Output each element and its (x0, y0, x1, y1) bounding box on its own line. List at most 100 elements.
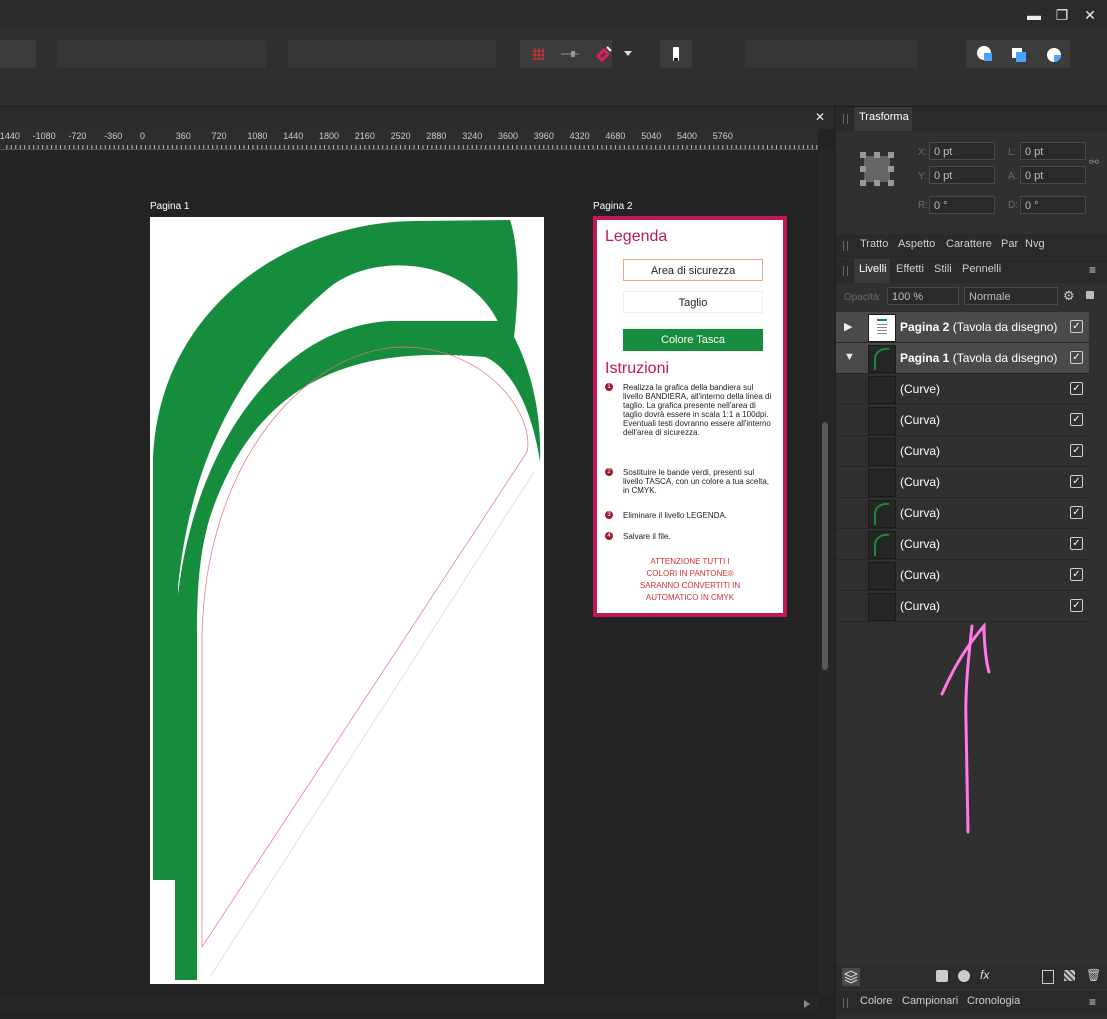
instruction-step-1: 1 Realizza la grafica della bandiera sul… (605, 383, 775, 437)
page1-title[interactable]: Pagina 1 (150, 201, 189, 212)
visibility-checkbox[interactable]: ✓ (1070, 506, 1083, 519)
pencil-tool-button[interactable] (660, 40, 692, 68)
inner-green-band (175, 321, 541, 980)
layer-row-curva[interactable]: (Curva) ✓ (836, 498, 1089, 529)
magnet-icon[interactable] (590, 40, 618, 68)
tab-stili[interactable]: Stili (934, 263, 952, 275)
visibility-checkbox[interactable]: ✓ (1070, 444, 1083, 457)
tab-transform[interactable]: Trasforma (854, 107, 912, 131)
layers-stack-icon[interactable] (842, 968, 860, 986)
step-bullet: 1 (605, 383, 613, 391)
pocket-color-box: Colore Tasca (623, 329, 763, 351)
panel-menu-icon[interactable]: ≡ (1089, 263, 1096, 277)
alignment-group[interactable] (57, 40, 266, 68)
artboard-page1[interactable] (150, 217, 544, 984)
design-canvas[interactable]: Pagina 1 Pagina 2 Legenda Area di sicure… (0, 150, 818, 997)
cut-box: Taglio (623, 291, 763, 313)
page2-title[interactable]: Pagina 2 (593, 201, 632, 212)
trash-icon[interactable]: 🗑 (1086, 968, 1101, 982)
artboard-page2[interactable]: Legenda Area di sicurezza Taglio Colore … (593, 216, 787, 617)
mask-icon[interactable] (936, 970, 948, 982)
tab-nvg[interactable]: Nvg (1025, 238, 1045, 250)
height-field[interactable]: 0 pt (1020, 166, 1086, 184)
x-field[interactable]: 0 pt (929, 142, 995, 160)
fx-icon[interactable]: fx (980, 968, 989, 982)
tab-aspetto[interactable]: Aspetto (898, 238, 935, 250)
layer-row-curva[interactable]: (Curva) ✓ (836, 560, 1089, 591)
y-field[interactable]: 0 pt (929, 166, 995, 184)
snap-line-icon[interactable] (556, 40, 584, 68)
ruler-label: -1080 (32, 131, 56, 141)
layer-row-curva[interactable]: (Curva) ✓ (836, 591, 1089, 622)
layer-thumbnail (868, 531, 896, 559)
vertical-scroll-thumb[interactable] (822, 422, 828, 670)
drag-handle-icon[interactable] (843, 114, 848, 124)
vertical-scrollbar[interactable] (818, 150, 834, 997)
layer-row-curve[interactable]: (Curve) ✓ (836, 374, 1089, 405)
close-document-button[interactable]: ✕ (815, 110, 825, 124)
visibility-checkbox[interactable]: ✓ (1070, 537, 1083, 550)
blend-mode-select[interactable]: Normale (964, 287, 1058, 305)
minimize-button[interactable]: ▬ (1025, 6, 1043, 24)
drag-handle-icon[interactable] (843, 998, 848, 1008)
new-layer-icon[interactable] (1042, 970, 1054, 984)
instruction-step-2: 2 Sostituire le bande verdi, presenti su… (605, 468, 775, 495)
restore-button[interactable]: ❐ (1053, 6, 1071, 24)
tab-campionari[interactable]: Campionari (902, 995, 958, 1007)
adjustment-icon[interactable] (958, 970, 970, 982)
chevron-down-icon[interactable] (620, 40, 636, 68)
width-field[interactable]: 0 pt (1020, 142, 1086, 160)
layer-row-curva[interactable]: (Curva) ✓ (836, 405, 1089, 436)
grid-icon[interactable] (524, 40, 552, 68)
tab-livelli[interactable]: Livelli (854, 259, 890, 283)
layer-thumbnail (868, 407, 896, 435)
visibility-checkbox[interactable]: ✓ (1070, 382, 1083, 395)
tab-pennelli[interactable]: Pennelli (962, 263, 1001, 275)
visibility-checkbox[interactable]: ✓ (1070, 413, 1083, 426)
tab-par[interactable]: Par (1001, 238, 1018, 250)
layer-name: (Curva) (900, 413, 941, 427)
tab-effetti[interactable]: Effetti (896, 263, 924, 275)
tab-cronologia[interactable]: Cronologia (967, 995, 1020, 1007)
layer-row-curva[interactable]: (Curva) ✓ (836, 467, 1089, 498)
visibility-checkbox[interactable]: ✓ (1070, 599, 1083, 612)
visibility-checkbox[interactable]: ✓ (1070, 475, 1083, 488)
layer-row-pagina2[interactable]: ▶ Pagina 2 (Tavola da disegno) ✓ (836, 312, 1089, 343)
document-tab-strip: ✕ (0, 107, 834, 129)
layer-name: Pagina 1 (Tavola da disegno) (900, 351, 1058, 365)
visibility-checkbox[interactable]: ✓ (1070, 568, 1083, 581)
layer-row-curva[interactable]: (Curva) ✓ (836, 529, 1089, 560)
instruction-step-4: 4 Salvare il file. (605, 532, 775, 541)
layer-row-pagina1[interactable]: ▼ Pagina 1 (Tavola da disegno) ✓ (836, 343, 1089, 374)
gear-icon[interactable]: ⚙ (1063, 288, 1075, 304)
opacity-field[interactable]: 100 % (887, 287, 959, 305)
visibility-checkbox[interactable]: ✓ (1070, 320, 1083, 333)
distribute-group[interactable] (288, 40, 496, 68)
align-button[interactable] (0, 40, 36, 68)
annotation-arrow (940, 622, 991, 834)
drag-handle-icon[interactable] (843, 241, 848, 251)
anchor-point-icon[interactable] (860, 152, 894, 186)
tab-carattere[interactable]: Carattere (946, 238, 992, 250)
panel-menu-icon[interactable]: ≡ (1089, 995, 1096, 1009)
visibility-checkbox[interactable]: ✓ (1070, 351, 1083, 364)
expand-icon[interactable]: ▶ (844, 320, 852, 333)
scroll-right-arrow-icon[interactable] (804, 1000, 810, 1008)
drag-handle-icon[interactable] (843, 266, 848, 276)
pixel-layer-icon[interactable] (1064, 970, 1075, 981)
safety-line (209, 471, 535, 978)
shear-field[interactable]: 0 ° (1020, 196, 1086, 214)
arrange-group[interactable] (966, 40, 1070, 68)
close-window-button[interactable]: ✕ (1081, 6, 1099, 24)
horizontal-scrollbar[interactable] (0, 997, 818, 1013)
link-icon[interactable]: ⚯ (1089, 155, 1099, 169)
layers-tabbar: Livelli Effetti Stili Pennelli ≡ (836, 259, 1107, 283)
flag-shapes (153, 220, 541, 980)
boolean-ops-group[interactable] (745, 40, 918, 68)
rotation-field[interactable]: 0 ° (929, 196, 995, 214)
tab-colore[interactable]: Colore (860, 995, 892, 1007)
collapse-icon[interactable]: ▼ (844, 351, 855, 363)
layer-row-curva[interactable]: (Curva) ✓ (836, 436, 1089, 467)
tab-tratto[interactable]: Tratto (860, 238, 888, 250)
lock-icon[interactable] (1086, 291, 1094, 299)
